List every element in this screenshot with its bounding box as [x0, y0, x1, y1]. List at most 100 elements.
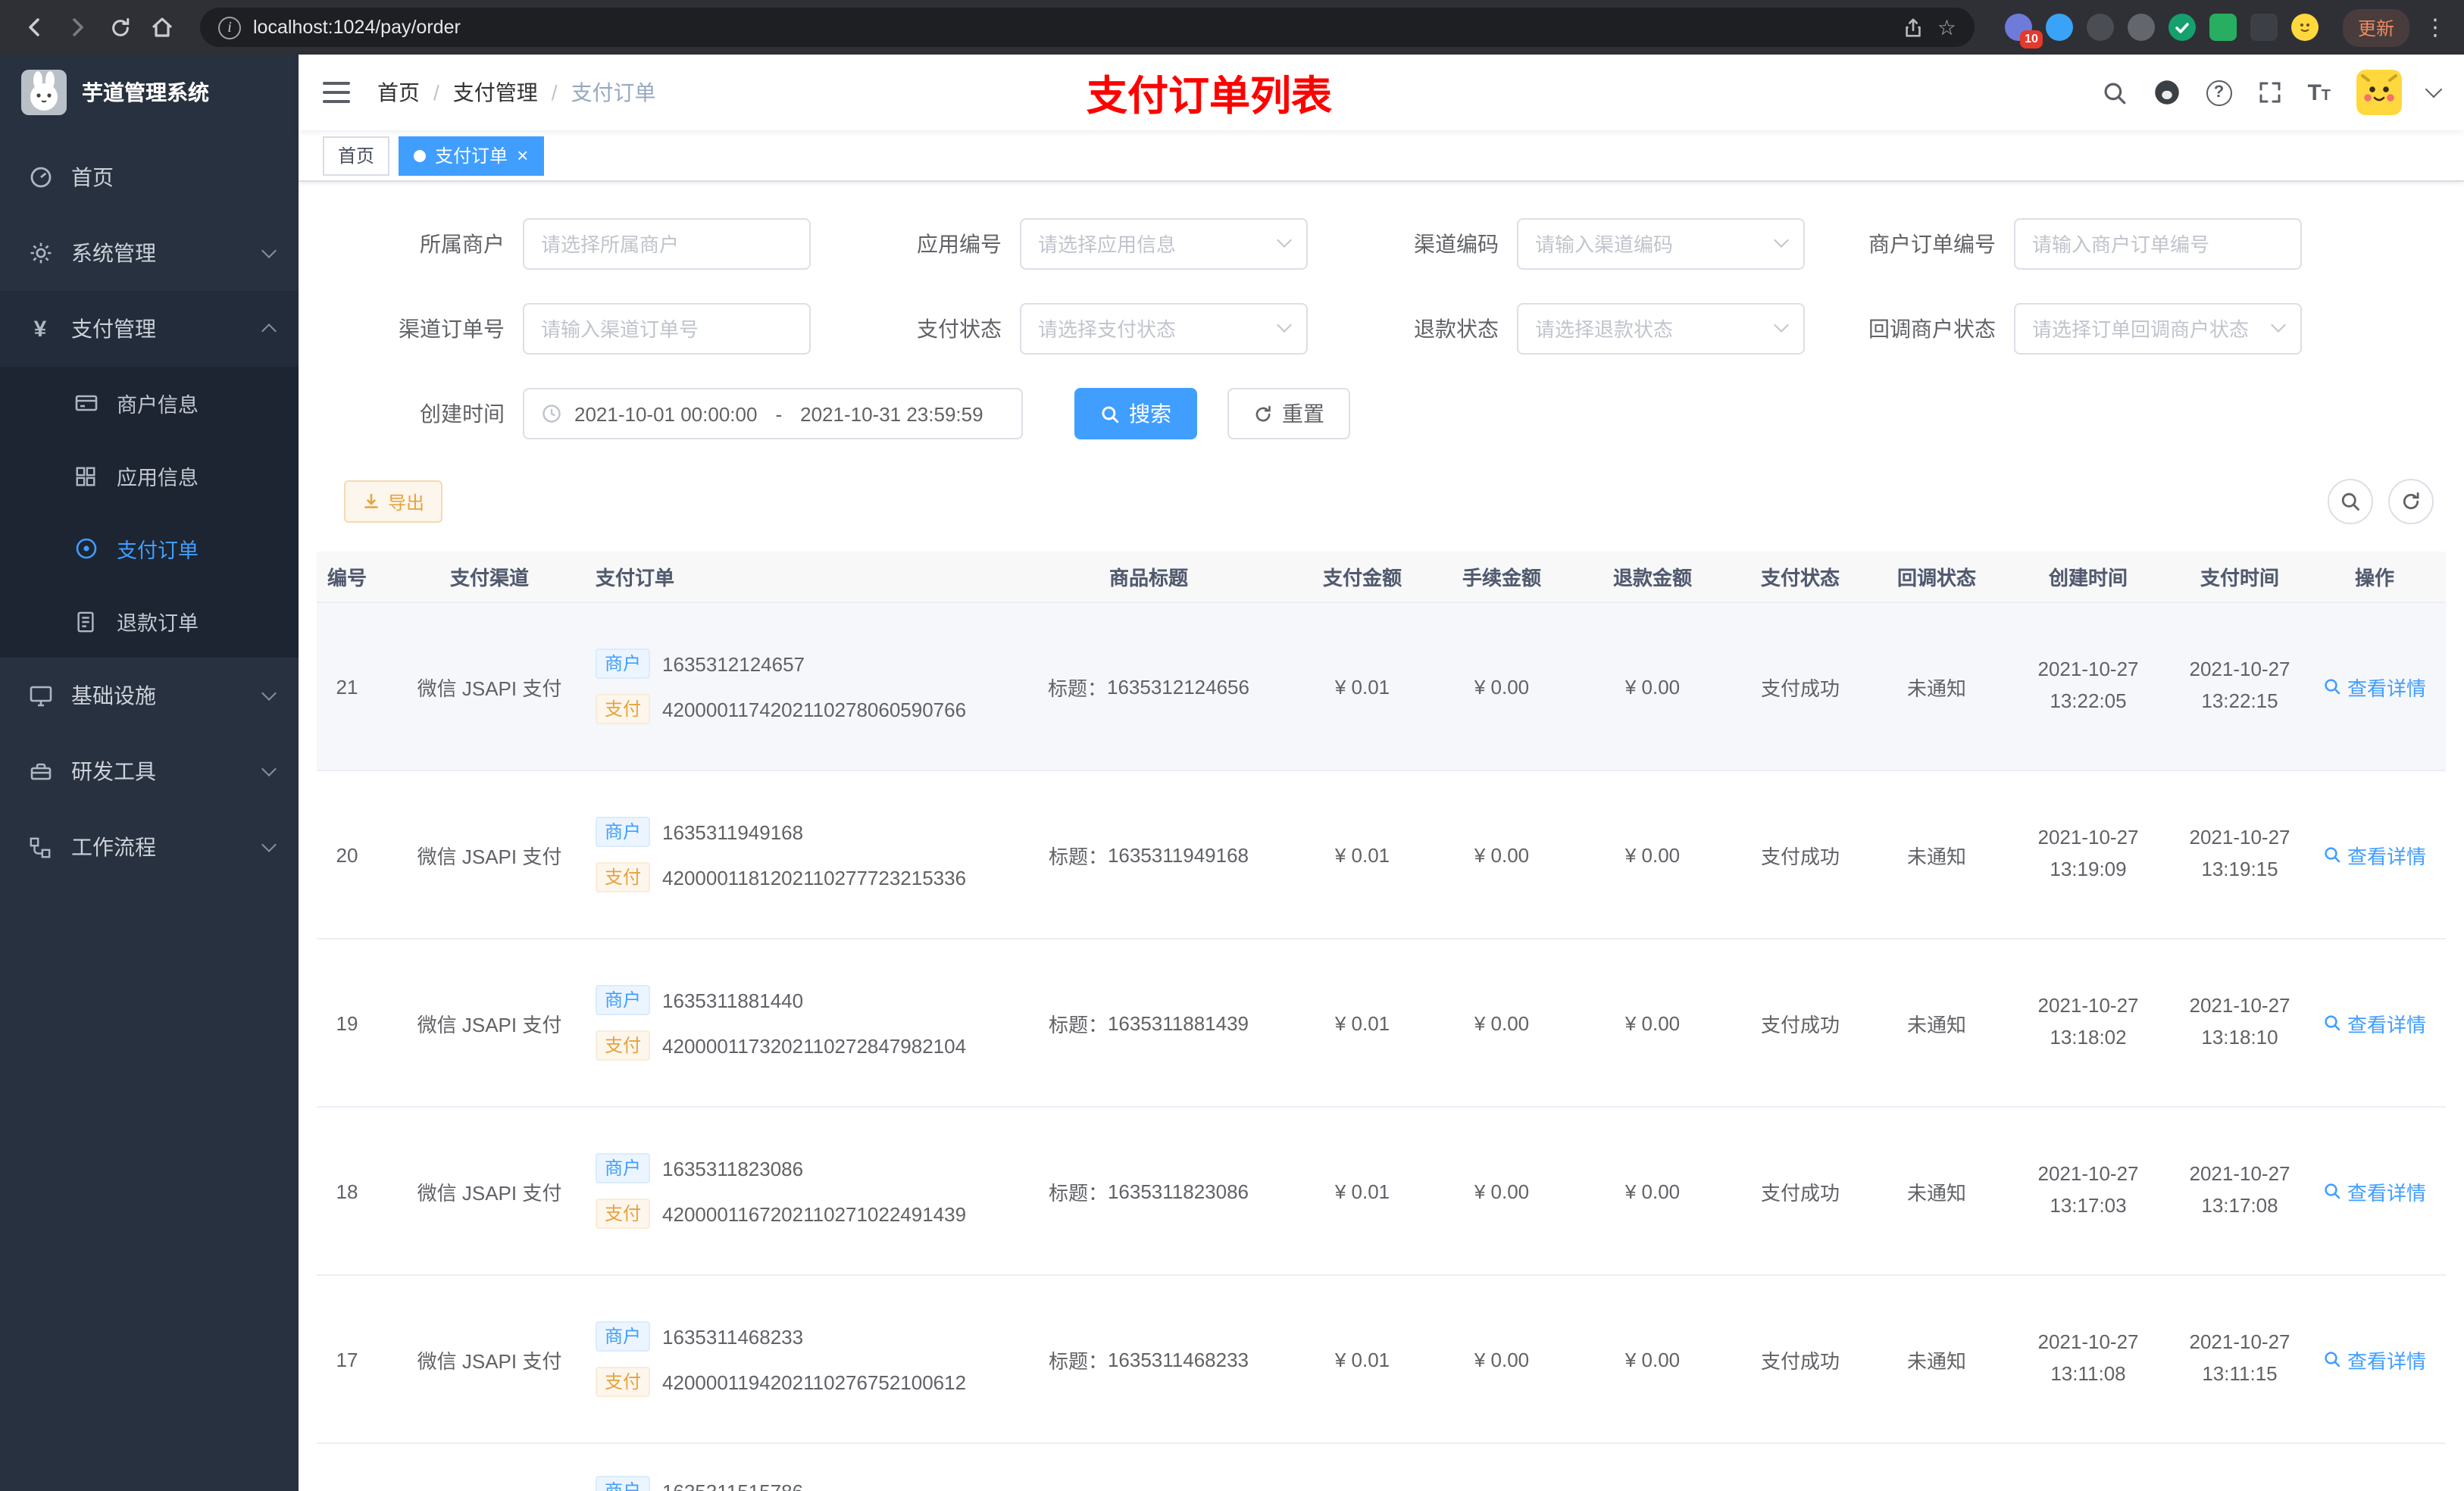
cell-amount: ¥ 0.01 [1334, 843, 1390, 866]
bookmark-star-icon[interactable]: ☆ [1937, 14, 1956, 40]
browser-menu-icon[interactable]: ⋮ [2422, 14, 2449, 41]
dashboard-icon [27, 164, 53, 190]
sidebar-item-pay-order[interactable]: 支付订单 [0, 512, 299, 585]
browser-chrome: i localhost:1024/pay/order ☆ 10 更新 ⋮ [0, 0, 2464, 55]
refund-status-select-input[interactable] [1535, 317, 1787, 340]
extension-check-icon[interactable] [2168, 14, 2196, 41]
breadcrumb-home[interactable]: 首页 [377, 77, 420, 108]
page-content: 所属商户 应用编号 渠道编码 [299, 182, 2464, 1491]
monitor-icon [27, 683, 53, 708]
browser-home-icon[interactable] [142, 8, 182, 47]
pay-status-select-input[interactable] [1038, 317, 1290, 340]
search-button[interactable]: 搜索 [1074, 388, 1197, 439]
view-detail-link[interactable]: 查看详情 [2323, 1345, 2426, 1374]
breadcrumb-section[interactable]: 支付管理 [453, 77, 538, 108]
site-info-icon[interactable]: i [218, 16, 241, 39]
browser-update-button[interactable]: 更新 [2342, 8, 2409, 46]
sidebar-item-infra[interactable]: 基础设施 [0, 658, 299, 733]
cell-notify: 未通知 [1906, 845, 1966, 867]
merchant-select[interactable] [523, 218, 811, 270]
notify-status-select-input[interactable] [2032, 317, 2284, 340]
channel-order-no-input[interactable] [541, 317, 793, 340]
browser-back-icon[interactable] [15, 8, 55, 47]
merchant-order-no-input[interactable] [2032, 233, 2284, 255]
sidebar-item-devtools[interactable]: 研发工具 [0, 733, 299, 809]
sidebar-item-label: 商户信息 [117, 394, 199, 417]
merchant-order-no: 1635311881440 [662, 989, 804, 1011]
sidebar-item-system[interactable]: 系统管理 [0, 215, 299, 291]
cell-channel: 微信 JSAPI 支付 [417, 1349, 562, 1372]
sidebar-item-refund-order[interactable]: 退款订单 [0, 585, 299, 658]
browser-reload-icon[interactable] [100, 8, 139, 47]
refund-status-select[interactable] [1517, 303, 1805, 355]
tab-home[interactable]: 首页 [323, 136, 390, 175]
cell-action: 查看详情 [2303, 1345, 2446, 1374]
channel-code-input[interactable] [1535, 233, 1787, 255]
close-tab-icon[interactable]: × [517, 145, 528, 165]
toggle-search-button[interactable] [2328, 479, 2373, 524]
merchant-select-input[interactable] [541, 233, 793, 255]
app-no-select[interactable] [1020, 218, 1308, 270]
pay-status-select[interactable] [1020, 303, 1308, 355]
table-row: 17 微信 JSAPI 支付 商户 1635311468233 支付 4200001… [317, 1276, 2446, 1444]
merchant-tag: 商户 [596, 1153, 651, 1183]
merchant-order-no-field[interactable] [2014, 218, 2302, 270]
channel-code-select[interactable] [1517, 218, 1805, 270]
cell-amount: ¥ 0.01 [1334, 1348, 1390, 1371]
sidebar-item-label: 首页 [71, 165, 114, 189]
pay-tag: 支付 [596, 694, 651, 724]
cell-pay-time: 2021-10-27 13:11:15 [2189, 1330, 2290, 1385]
cell-order: 商户 1635311468233 支付 4200001194202110276752… [571, 1314, 999, 1405]
cell-refund: ¥ 0.00 [1624, 1348, 1681, 1371]
refund-status-label: 退款状态 [1414, 317, 1499, 341]
cell-pay-time: 2021-10-27 13:22:15 [2189, 658, 2290, 712]
merchant-order-no: 1635311949168 [662, 821, 804, 843]
avatar[interactable] [2356, 70, 2402, 115]
create-time-range[interactable]: 2021-10-01 00:00:00 - 2021-10-31 23:59:5… [523, 388, 1023, 439]
app-logo[interactable]: 芋道管理系统 [0, 55, 299, 130]
extension-puzzle-icon[interactable] [2250, 14, 2278, 41]
reset-button[interactable]: 重置 [1227, 388, 1350, 439]
app-no-select-input[interactable] [1038, 233, 1290, 255]
github-icon[interactable] [2153, 79, 2180, 106]
collapse-sidebar-icon[interactable] [323, 82, 350, 103]
cell-refund: ¥ 0.00 [1624, 843, 1681, 866]
sidebar-item-app-info[interactable]: 应用信息 [0, 439, 299, 512]
refresh-button[interactable] [2388, 479, 2434, 524]
notify-status-select[interactable] [2014, 303, 2302, 355]
url-text[interactable]: localhost:1024/pay/order [253, 17, 1890, 38]
sidebar-item-pay[interactable]: ¥ 支付管理 [0, 291, 299, 367]
sidebar-item-home[interactable]: 首页 [0, 139, 299, 215]
share-icon[interactable] [1903, 16, 1925, 39]
export-button[interactable]: 导出 [344, 480, 443, 523]
search-icon[interactable] [2101, 80, 2127, 105]
cell-amount: ¥ 0.01 [1334, 1180, 1390, 1202]
tab-pay-order[interactable]: 支付订单 × [399, 136, 544, 175]
sidebar-item-merchant-info[interactable]: 商户信息 [0, 367, 299, 439]
sidebar-item-workflow[interactable]: 工作流程 [0, 809, 299, 885]
view-detail-link[interactable]: 查看详情 [2323, 672, 2426, 701]
chevron-up-icon [261, 324, 277, 339]
view-detail-link[interactable]: 查看详情 [2323, 1008, 2426, 1037]
extension-icon[interactable] [2127, 14, 2155, 41]
extension-drop-icon[interactable] [2045, 14, 2073, 41]
address-bar[interactable]: i localhost:1024/pay/order ☆ [200, 8, 1975, 47]
view-detail-link[interactable]: 查看详情 [2323, 1177, 2426, 1205]
browser-forward-icon[interactable] [58, 8, 97, 47]
channel-order-no-field[interactable] [523, 303, 811, 355]
merchant-tag: 商户 [596, 1321, 651, 1352]
sidebar: 芋道管理系统 首页 系统管理 ¥ 支付管理 商户信息 应用信息 支付订单 退款订… [0, 55, 299, 1491]
date-start: 2021-10-01 00:00:00 [574, 402, 758, 425]
fullscreen-icon[interactable] [2257, 80, 2281, 105]
merchant-tag: 商户 [596, 1476, 651, 1491]
col-header-amount: 支付金额 [1322, 567, 1402, 589]
extension-icon[interactable] [2086, 14, 2114, 41]
font-size-icon[interactable]: TT [2307, 81, 2331, 104]
extension-square-icon[interactable] [2209, 14, 2237, 41]
help-icon[interactable]: ? [2206, 80, 2232, 105]
sidebar-item-label: 支付订单 [117, 539, 199, 562]
caret-down-icon[interactable] [2425, 80, 2443, 98]
extension-emoji-icon[interactable] [2290, 14, 2319, 41]
extension-pin-icon[interactable]: 10 [2004, 14, 2043, 48]
view-detail-link[interactable]: 查看详情 [2323, 840, 2426, 869]
